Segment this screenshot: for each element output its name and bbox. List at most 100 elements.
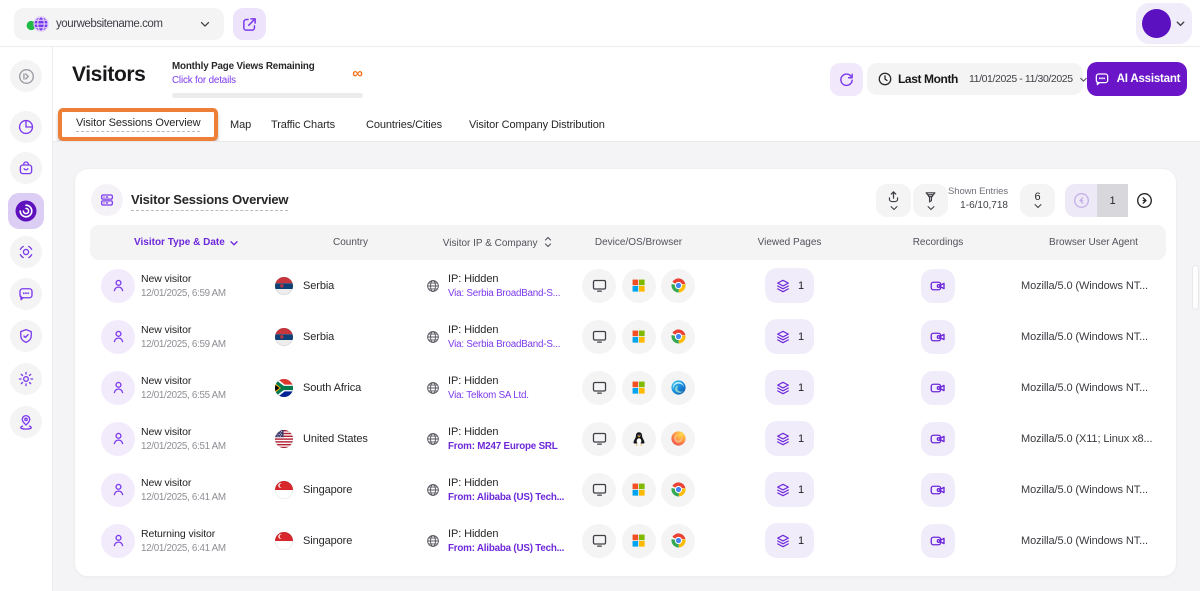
sidebar-item-dashboard[interactable] [10, 111, 42, 143]
export-button[interactable] [876, 184, 911, 217]
quota-widget[interactable]: Monthly Page Views Remaining Click for d… [172, 61, 363, 98]
visitor-company-link[interactable]: From: M247 Europe SRL [448, 441, 558, 452]
period-range: 11/01/2025 - 11/30/2025 [969, 73, 1073, 85]
visitor-company-link[interactable]: Via: Serbia BroadBand-S... [448, 339, 560, 350]
arrow-left-circle-icon [1072, 191, 1091, 210]
quota-infinity-value: ∞ [352, 65, 363, 82]
recording-button[interactable] [921, 421, 955, 456]
table-row[interactable]: New visitor 12/01/2025, 6:51 AM United S… [90, 413, 1166, 464]
cell-visitor-type-date: New visitor 12/01/2025, 6:59 AM [90, 319, 275, 354]
refresh-button[interactable] [830, 63, 863, 96]
current-page: 1 [1097, 184, 1128, 217]
sidebar-item-behaviour[interactable] [10, 236, 42, 268]
sidebar-collapse-button[interactable] [10, 60, 42, 92]
visitor-company-link[interactable]: From: Alibaba (US) Tech... [448, 543, 564, 554]
page-size-select[interactable]: 6 [1020, 184, 1055, 217]
recording-button[interactable] [921, 370, 955, 405]
windows-os-icon [621, 268, 656, 303]
sidebar [0, 47, 53, 591]
recording-button[interactable] [921, 523, 955, 558]
column-recordings[interactable]: Recordings [872, 237, 1004, 248]
visit-datetime: 12/01/2025, 6:59 AM [141, 338, 226, 350]
sidebar-item-privacy[interactable] [10, 320, 42, 352]
column-device-os-browser[interactable]: Device/OS/Browser [570, 237, 707, 248]
person-icon [110, 532, 127, 549]
cell-browser-user-agent: Mozilla/5.0 (Windows NT... [1004, 331, 1166, 343]
column-visitor-type-date[interactable]: Visitor Type & Date [90, 237, 275, 249]
cell-country: Singapore [275, 480, 426, 499]
tab-visitor-company-distribution[interactable]: Visitor Company Distribution [469, 119, 605, 131]
card-title[interactable]: Visitor Sessions Overview [131, 192, 289, 211]
tab-visitor-sessions-overview[interactable]: Visitor Sessions Overview [76, 117, 201, 132]
cell-country: United States [275, 429, 426, 448]
visitor-sessions-card: Visitor Sessions Overview Shown Entries … [74, 168, 1177, 577]
column-browser-user-agent[interactable]: Browser User Agent [1004, 237, 1166, 248]
sidebar-item-communication[interactable] [10, 278, 42, 310]
firefox-browser-icon [661, 421, 695, 456]
visitor-company-link[interactable]: Via: Serbia BroadBand-S... [448, 288, 560, 299]
viewed-pages-badge[interactable]: 1 [764, 319, 815, 354]
cell-country: Serbia [275, 327, 426, 346]
table-row[interactable]: New visitor 12/01/2025, 6:59 AM Serbia I… [90, 311, 1166, 362]
shown-entries-value: 1-6/10,718 [960, 200, 1008, 211]
person-icon [110, 277, 127, 294]
open-website-button[interactable] [233, 8, 266, 40]
quota-details-link[interactable]: Click for details [172, 75, 363, 86]
chrome-browser-icon [661, 523, 695, 558]
ai-assistant-button[interactable]: AI Assistant [1087, 62, 1187, 96]
recording-button[interactable] [921, 472, 955, 507]
quota-title: Monthly Page Views Remaining [172, 61, 315, 72]
viewed-pages-badge[interactable]: 1 [764, 472, 815, 507]
desktop-device-icon [582, 523, 616, 558]
website-name: yourwebsitename.com [56, 18, 163, 30]
visitor-avatar [101, 319, 135, 354]
cell-browser-user-agent: Mozilla/5.0 (Windows NT... [1004, 535, 1166, 547]
cell-visitor-ip-company: IP: Hidden From: Alibaba (US) Tech... [426, 528, 570, 554]
viewed-pages-badge[interactable]: 1 [764, 268, 815, 303]
sidebar-item-settings[interactable] [10, 363, 42, 395]
layers-icon [775, 482, 791, 498]
chevron-down-icon [230, 240, 238, 245]
visitor-type: New visitor [141, 425, 192, 438]
previous-page-button[interactable] [1065, 184, 1097, 217]
sidebar-item-visitors[interactable] [8, 193, 44, 229]
column-country[interactable]: Country [275, 237, 426, 248]
recording-button[interactable] [921, 268, 955, 303]
country-name: Serbia [303, 330, 335, 343]
cell-visitor-ip-company: IP: Hidden From: M247 Europe SRL [426, 426, 570, 452]
tab-map[interactable]: Map [230, 119, 251, 131]
layers-icon [775, 278, 791, 294]
table-row[interactable]: New visitor 12/01/2025, 6:59 AM Serbia I… [90, 260, 1166, 311]
united-states-flag-icon [275, 429, 293, 448]
viewed-pages-badge[interactable]: 1 [764, 421, 815, 456]
layers-icon [775, 431, 791, 447]
viewed-pages-badge[interactable]: 1 [764, 523, 815, 558]
cell-country: Serbia [275, 276, 426, 295]
viewed-pages-count: 1 [797, 432, 805, 445]
visitor-company-link[interactable]: From: Alibaba (US) Tech... [448, 492, 564, 503]
viewed-pages-badge[interactable]: 1 [764, 370, 815, 405]
visitors-radar-icon [13, 198, 39, 224]
visitor-company-link[interactable]: Via: Telkom SA Ltd. [448, 390, 529, 401]
visitor-type: New visitor [141, 272, 192, 285]
tab-traffic-charts[interactable]: Traffic Charts [271, 119, 335, 131]
table-row[interactable]: New visitor 12/01/2025, 6:41 AM Singapor… [90, 464, 1166, 515]
chrome-browser-icon [661, 319, 695, 354]
tab-countries-cities[interactable]: Countries/Cities [366, 119, 442, 131]
sidebar-item-acquisition[interactable] [10, 152, 42, 184]
table-row[interactable]: Returning visitor 12/01/2025, 6:41 AM Si… [90, 515, 1166, 566]
account-menu[interactable] [1136, 3, 1192, 44]
cell-browser-user-agent: Mozilla/5.0 (Windows NT... [1004, 280, 1166, 292]
column-visitor-ip-company[interactable]: Visitor IP & Company [426, 236, 570, 249]
website-selector[interactable]: yourwebsitename.com [14, 8, 224, 40]
next-page-button[interactable] [1128, 184, 1160, 217]
recording-button[interactable] [921, 319, 955, 354]
video-camera-icon [929, 379, 947, 397]
cell-device-os-browser [570, 268, 707, 303]
scrollbar-thumb[interactable] [1192, 265, 1199, 310]
date-range-picker[interactable]: Last Month 11/01/2025 - 11/30/2025 [867, 63, 1087, 95]
column-viewed-pages[interactable]: Viewed Pages [707, 237, 872, 248]
sidebar-item-location[interactable] [10, 406, 42, 438]
table-row[interactable]: New visitor 12/01/2025, 6:55 AM South Af… [90, 362, 1166, 413]
visitor-avatar [101, 421, 135, 456]
